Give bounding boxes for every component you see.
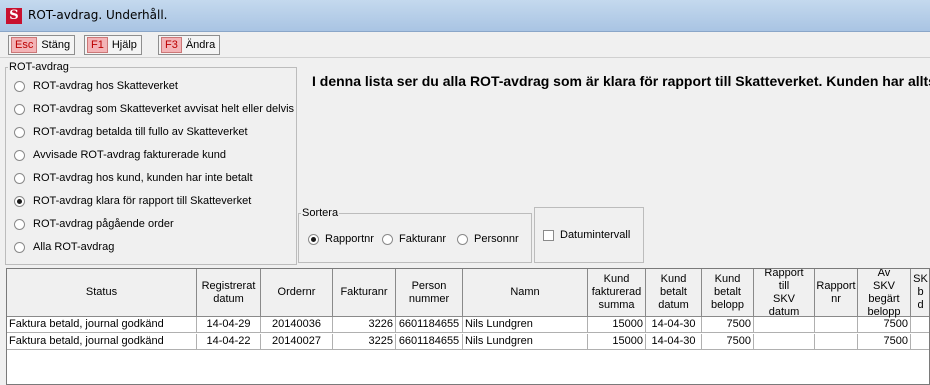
column-header[interactable]: Kund betalt belopp: [702, 269, 754, 317]
rot-filter-option[interactable]: Avvisade ROT-avdrag fakturerade kund: [14, 149, 226, 161]
date-interval-checkbox[interactable]: Datumintervall: [543, 229, 630, 241]
rot-filter-option-label: Alla ROT-avdrag: [33, 241, 115, 253]
title-bar: S ROT-avdrag. Underhåll.: [0, 0, 930, 32]
column-header[interactable]: Fakturanr: [333, 269, 396, 317]
radio-icon: [14, 172, 25, 184]
rot-filter-option-label: ROT-avdrag hos Skatteverket: [33, 80, 178, 92]
table-cell[interactable]: 7500: [702, 334, 754, 350]
radio-icon: [457, 233, 468, 245]
rot-filter-option[interactable]: ROT-avdrag klara för rapport till Skatte…: [14, 195, 251, 207]
radio-icon: [14, 195, 25, 207]
column-header[interactable]: Registrerat datum: [197, 269, 261, 317]
table-cell[interactable]: Faktura betald, journal godkänd: [7, 317, 197, 333]
radio-icon: [14, 218, 25, 230]
info-text: I denna lista ser du alla ROT-avdrag som…: [312, 73, 930, 89]
rot-filter-option[interactable]: ROT-avdrag hos Skatteverket: [14, 80, 178, 92]
sort-legend: Sortera: [302, 207, 339, 219]
table-cell[interactable]: 14-04-22: [197, 334, 261, 350]
table-cell[interactable]: 7500: [858, 317, 911, 333]
column-header[interactable]: Namn: [463, 269, 588, 317]
table-cell[interactable]: 14-04-30: [646, 334, 702, 350]
table-cell[interactable]: 15000: [588, 317, 646, 333]
close-button[interactable]: Esc Stäng: [8, 35, 76, 55]
table-cell[interactable]: 15000: [588, 334, 646, 350]
rot-filter-option-label: ROT-avdrag som Skatteverket avvisat helt…: [33, 103, 295, 115]
sort-option-rapportnr[interactable]: Rapportnr: [308, 233, 374, 245]
rot-filter-option[interactable]: ROT-avdrag betalda till fullo av Skattev…: [14, 126, 248, 138]
column-header[interactable]: Kund fakturerad summa: [588, 269, 646, 317]
radio-icon: [308, 233, 319, 245]
table-cell[interactable]: [754, 317, 815, 333]
table-cell[interactable]: [911, 317, 929, 333]
table-cell[interactable]: 14-04-29: [197, 317, 261, 333]
column-header[interactable]: Rapport nr: [815, 269, 858, 317]
app-logo-icon: S: [6, 8, 22, 24]
column-header[interactable]: Ordernr: [261, 269, 333, 317]
sort-option-label: Personnr: [474, 233, 519, 245]
table-cell[interactable]: 20140036: [261, 317, 333, 333]
column-header[interactable]: Person nummer: [396, 269, 463, 317]
help-button[interactable]: F1 Hjälp: [84, 35, 142, 55]
table-cell[interactable]: [815, 334, 858, 350]
rot-filter-option[interactable]: ROT-avdrag som Skatteverket avvisat helt…: [14, 103, 294, 115]
edit-button-label: Ändra: [185, 39, 216, 51]
column-header[interactable]: Rapport till SKV datum: [754, 269, 815, 318]
radio-icon: [14, 126, 25, 138]
table-cell[interactable]: Nils Lundgren: [463, 334, 588, 350]
column-header[interactable]: Av SKV begärt belopp: [858, 269, 911, 318]
table-cell[interactable]: [911, 334, 929, 350]
table-cell[interactable]: 7500: [702, 317, 754, 333]
rot-filter-option-label: ROT-avdrag hos kund, kunden har inte bet…: [33, 172, 253, 184]
table-cell[interactable]: 20140027: [261, 334, 333, 350]
radio-icon: [382, 233, 393, 245]
rot-filter-legend: ROT-avdrag: [9, 61, 69, 73]
table-cell[interactable]: [815, 317, 858, 333]
rot-filter-option-label: ROT-avdrag betalda till fullo av Skattev…: [33, 126, 248, 138]
table-cell[interactable]: 6601184655: [396, 334, 463, 350]
sort-option-personnr[interactable]: Personnr: [457, 233, 519, 245]
window-title: ROT-avdrag. Underhåll.: [28, 8, 168, 22]
toolbar: Esc Stäng F1 Hjälp F3 Ändra: [0, 32, 930, 58]
table-cell[interactable]: Nils Lundgren: [463, 317, 588, 333]
column-header[interactable]: Status: [7, 269, 197, 317]
sort-option-fakturanr[interactable]: Fakturanr: [382, 233, 446, 245]
table-cell[interactable]: Faktura betald, journal godkänd: [7, 334, 197, 350]
column-header[interactable]: Kund betalt datum: [646, 269, 702, 317]
table-cell[interactable]: 14-04-30: [646, 317, 702, 333]
table-cell[interactable]: 6601184655: [396, 317, 463, 333]
help-button-label: Hjälp: [111, 39, 137, 51]
sort-option-label: Fakturanr: [399, 233, 447, 245]
shortcut-key-f3: F3: [161, 37, 182, 53]
checkbox-icon: [543, 229, 554, 241]
radio-icon: [14, 241, 25, 253]
table-cell[interactable]: 3225: [333, 334, 396, 350]
close-button-label: Stäng: [41, 39, 71, 51]
rot-filter-option[interactable]: Alla ROT-avdrag: [14, 241, 114, 253]
radio-icon: [14, 149, 25, 161]
sort-option-label: Rapportnr: [325, 233, 374, 245]
column-header[interactable]: SK b d: [911, 269, 929, 317]
rot-filter-option-label: ROT-avdrag pågående order: [33, 218, 174, 230]
radio-icon: [14, 103, 25, 115]
rot-filter-option-label: ROT-avdrag klara för rapport till Skatte…: [33, 195, 252, 207]
table-cell[interactable]: [754, 334, 815, 350]
rot-filter-option[interactable]: ROT-avdrag hos kund, kunden har inte bet…: [14, 172, 253, 184]
shortcut-key-esc: Esc: [11, 37, 38, 53]
table-cell[interactable]: 3226: [333, 317, 396, 333]
table-cell[interactable]: 7500: [858, 334, 911, 350]
rot-filter-option[interactable]: ROT-avdrag pågående order: [14, 218, 174, 230]
radio-icon: [14, 80, 25, 92]
date-interval-label: Datumintervall: [560, 229, 631, 241]
shortcut-key-f1: F1: [87, 37, 108, 53]
rot-filter-option-label: Avvisade ROT-avdrag fakturerade kund: [33, 149, 227, 161]
edit-button[interactable]: F3 Ändra: [158, 35, 221, 55]
rot-table: Status Registrerat datum Ordernr Fakturanr Pe…: [6, 268, 930, 385]
